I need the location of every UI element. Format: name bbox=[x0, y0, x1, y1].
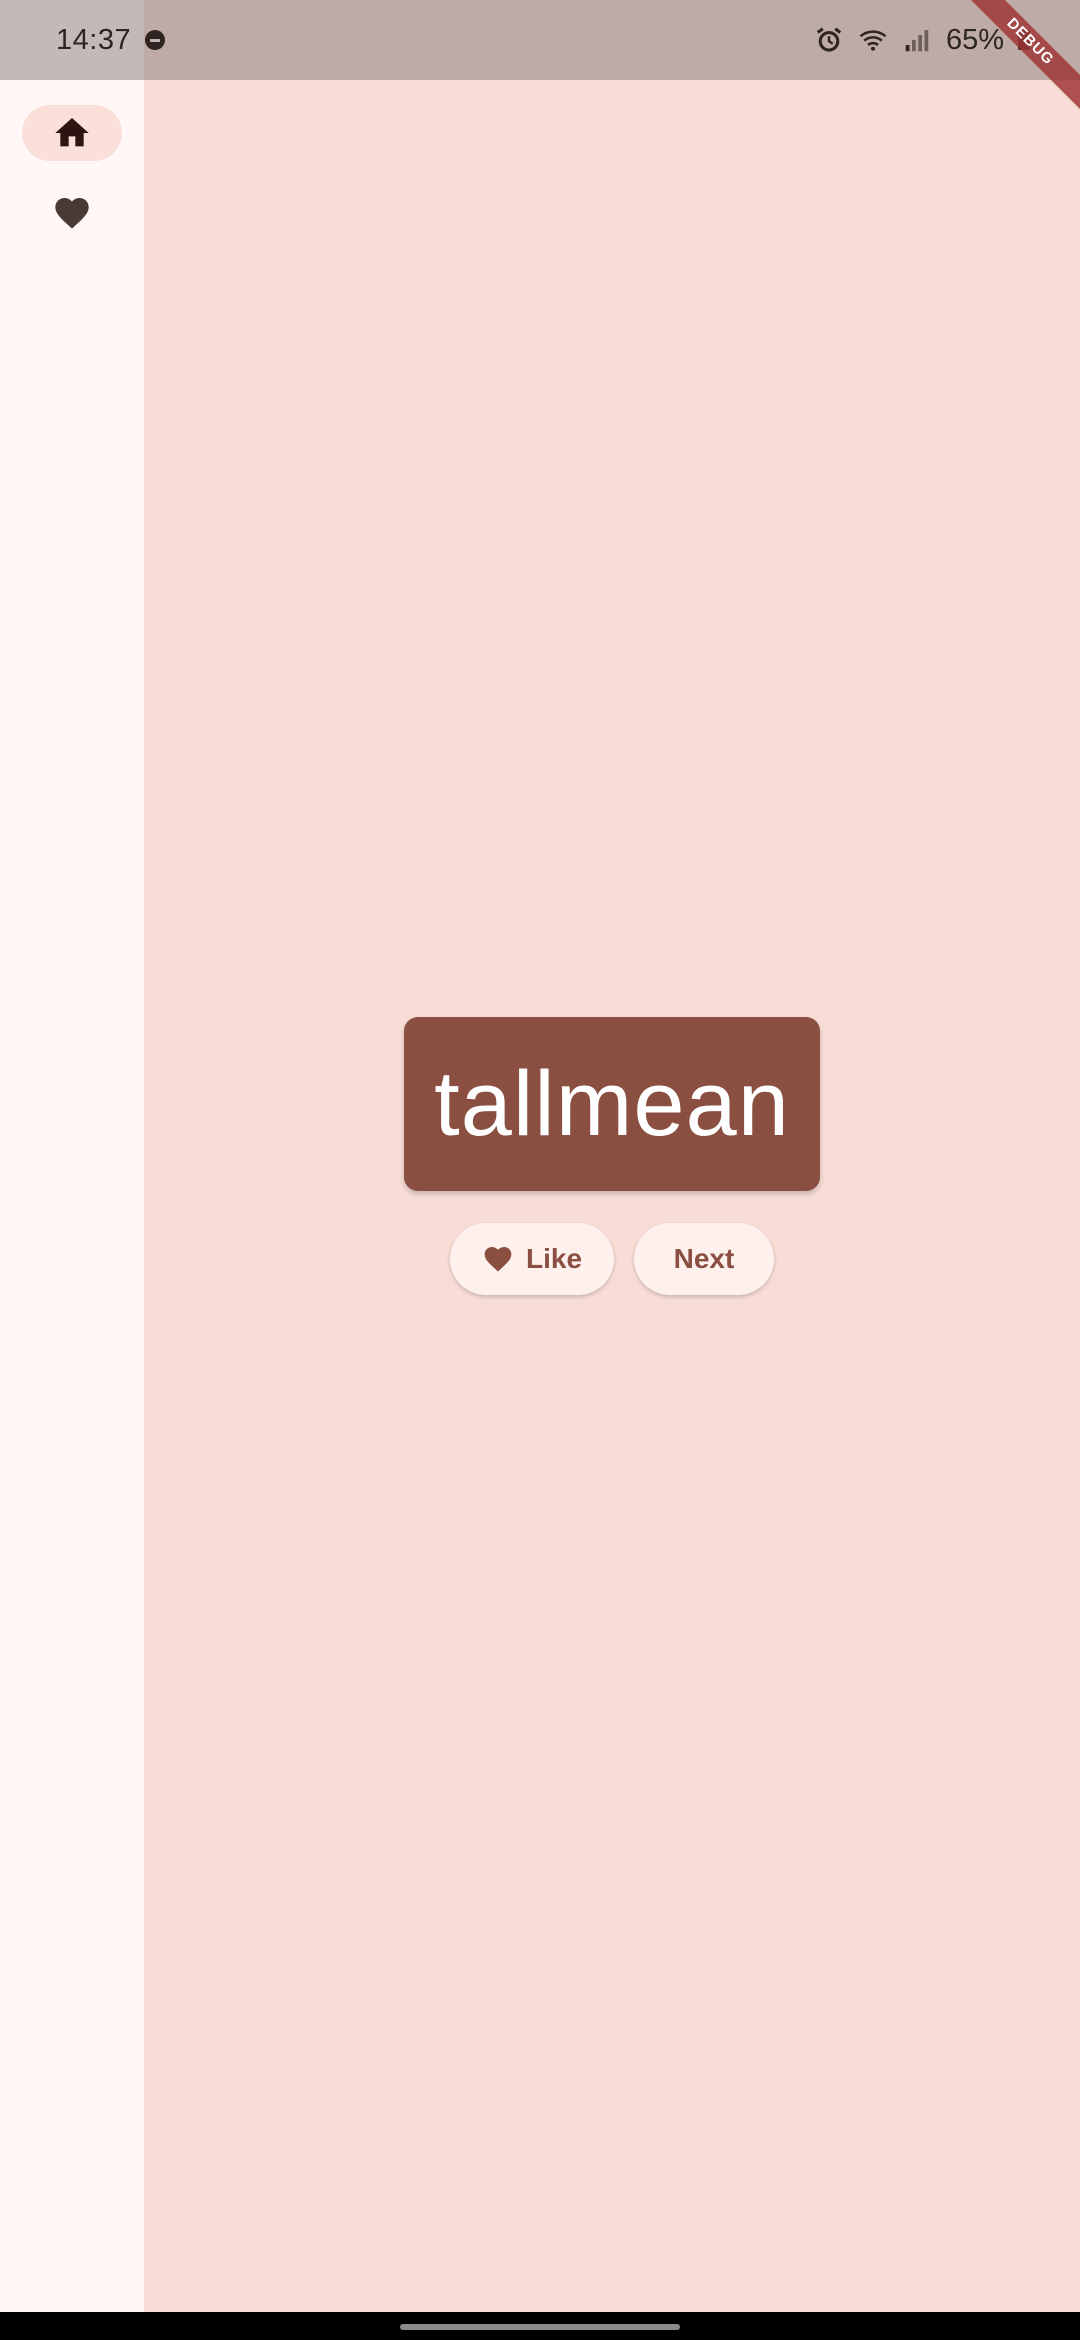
battery-icon bbox=[1018, 30, 1030, 50]
wifi-icon bbox=[859, 30, 887, 51]
system-navigation-bar bbox=[0, 2312, 1080, 2340]
word-pair-card: tallmean bbox=[404, 1017, 820, 1191]
navigation-rail bbox=[0, 0, 144, 2312]
rail-destination-home[interactable] bbox=[22, 105, 122, 161]
status-time: 14:37 bbox=[56, 23, 132, 56]
home-icon bbox=[55, 118, 89, 147]
like-button[interactable]: Like bbox=[450, 1223, 614, 1295]
alarm-icon bbox=[816, 27, 842, 52]
dnd-icon bbox=[145, 30, 166, 50]
like-button-label: Like bbox=[525, 1243, 583, 1274]
rail-destination-favorites[interactable] bbox=[22, 185, 122, 241]
home-indicator[interactable] bbox=[400, 2324, 680, 2330]
battery-level: 65% bbox=[945, 23, 1004, 56]
next-button[interactable]: Next bbox=[634, 1223, 774, 1295]
favorite-icon bbox=[484, 1247, 512, 1272]
app-screen: tallmean Like Next 14:37 65% DEBUG bbox=[0, 0, 1080, 2340]
favorite-icon bbox=[55, 198, 89, 229]
signal-icon bbox=[905, 30, 929, 52]
status-bar: 14:37 65% bbox=[0, 0, 1080, 80]
word-pair-text: tallmean bbox=[434, 1052, 790, 1155]
next-button-label: Next bbox=[673, 1243, 735, 1274]
